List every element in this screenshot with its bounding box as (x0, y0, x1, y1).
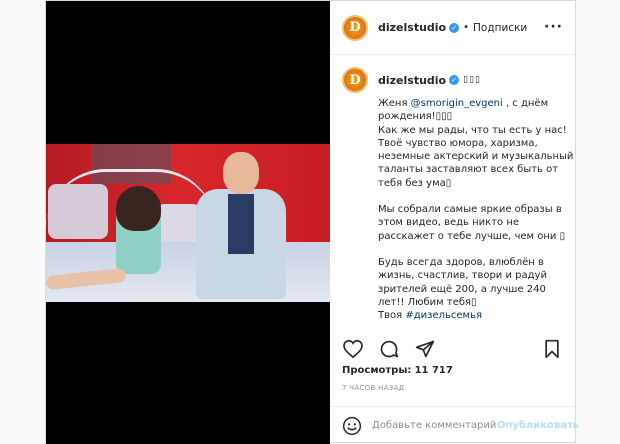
caption-paragraph: Будь всегда здоров, влюблён в жизнь, сча… (378, 256, 551, 308)
separator-dot: • (463, 22, 470, 33)
caption-text-segment: Женя (378, 98, 411, 109)
video-scene-pillow (48, 184, 108, 239)
caption-paragraph: Как же мы рады, что ты есть у нас! Твоё … (378, 124, 574, 189)
comment-icon[interactable] (378, 338, 400, 360)
video-scene-pillow (156, 204, 201, 244)
heart-icon[interactable] (342, 338, 364, 360)
video-scene-head (223, 152, 259, 194)
comment-input[interactable] (372, 420, 497, 431)
views-count: Просмотры: 11 717 (342, 365, 453, 376)
caption-username[interactable]: dizelstudio (378, 74, 446, 87)
caption-text: Женя @smorigin_evgeni , с днём рождения!… (378, 97, 574, 322)
post-timestamp[interactable]: 7 ЧАСОВ НАЗАД (342, 384, 404, 392)
avatar[interactable]: D (342, 14, 368, 41)
action-bar (330, 334, 575, 364)
header-username[interactable]: dizelstudio (378, 21, 446, 34)
smile-icon[interactable] (342, 416, 362, 436)
following-button[interactable]: Подписки (473, 22, 527, 34)
video-player[interactable] (46, 1, 330, 444)
more-options-icon[interactable]: ··· (544, 19, 563, 35)
comment-bar: Опубликовать (330, 406, 579, 444)
verified-icon: ✓ (449, 75, 460, 85)
mention-link[interactable]: @smorigin_evgeni (411, 98, 503, 109)
publish-button[interactable]: Опубликовать (497, 420, 579, 431)
post-sidebar: D dizelstudio ✓ • Подписки ··· D dizelst… (330, 1, 579, 444)
paper-plane-icon[interactable] (414, 338, 436, 360)
caption-area: D dizelstudio ✓ ▯▯▯ Женя @smorigin_evgen… (330, 55, 575, 330)
post-header: D dizelstudio ✓ • Подписки ··· (330, 1, 575, 55)
caption-text-segment: Твоя (378, 310, 406, 322)
instagram-post: D dizelstudio ✓ • Подписки ··· D dizelst… (45, 0, 579, 444)
video-scene-hair (116, 186, 161, 231)
avatar-logo: D (349, 72, 361, 88)
caption-emoji: ▯▯▯ (463, 75, 481, 85)
video-frame[interactable] (46, 144, 330, 302)
video-scene-shirt (228, 194, 254, 254)
caption-header: D dizelstudio ✓ ▯▯▯ (342, 67, 563, 93)
bookmark-icon[interactable] (541, 338, 563, 360)
caption-line: Твоя #дизельсемья (378, 309, 574, 322)
caption-paragraph: Мы собрали самые яркие образы в этом вид… (378, 204, 566, 242)
hashtag-link[interactable]: #дизельсемья (405, 310, 482, 321)
caption-line: Женя @smorigin_evgeni , с днём рождения!… (378, 97, 574, 124)
avatar[interactable]: D (342, 67, 368, 93)
views-label: Просмотры: (342, 365, 412, 376)
verified-icon: ✓ (449, 22, 460, 33)
views-number: 11 717 (414, 365, 453, 376)
avatar-logo: D (349, 20, 361, 35)
